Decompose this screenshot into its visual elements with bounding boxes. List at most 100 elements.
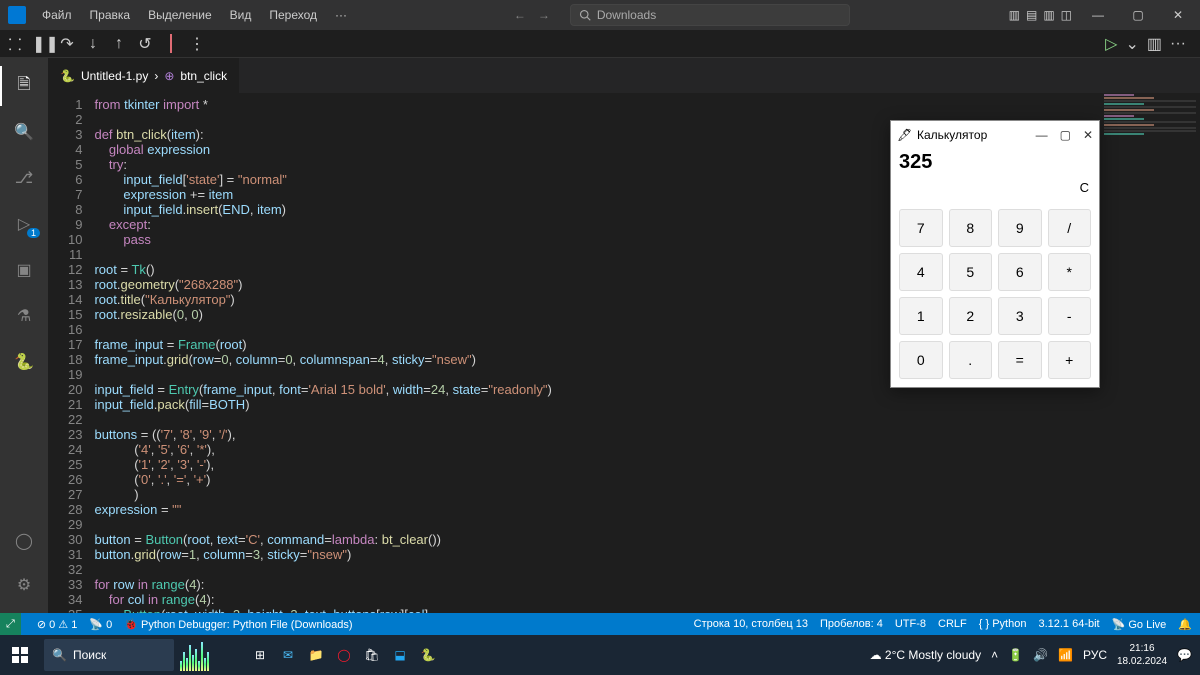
taskbar-opera-icon[interactable]: ◯ [330,641,358,669]
accounts-icon[interactable]: ◯ [0,521,48,561]
calc-btn-sub[interactable]: - [1048,297,1092,335]
command-center[interactable]: Downloads [570,4,850,26]
status-golive[interactable]: 📡 Go Live [1112,618,1167,631]
status-ports[interactable]: 📡 0 [89,618,112,631]
start-button[interactable] [0,635,40,675]
calc-btn-6[interactable]: 6 [998,253,1042,291]
taskbar-mail-icon[interactable]: ✉ [274,641,302,669]
status-indent[interactable]: Пробелов: 4 [820,618,883,630]
python-file-icon: 🐍 [60,69,75,83]
calc-btn-4[interactable]: 4 [899,253,943,291]
customize-layout-icon[interactable]: ◫ [1061,8,1072,22]
taskbar-vscode-icon[interactable]: ⬓ [386,641,414,669]
nav-forward-icon[interactable]: → [538,8,550,22]
restart-icon[interactable]: ↺ [136,34,154,54]
debug-badge: 1 [27,228,40,238]
calc-btn-2[interactable]: 2 [949,297,993,335]
calc-btn-div[interactable]: / [1048,209,1092,247]
calc-minimize-icon[interactable]: — [1036,128,1048,142]
menu-file[interactable]: Файл [34,4,80,26]
task-view-icon[interactable]: ⊞ [246,641,274,669]
menu-view[interactable]: Вид [222,4,260,26]
debug-toolbar: ⸬ ❚❚ ↷ ↓ ↑ ↺ ⋮ ▷ ⌄ ▥ ··· [0,30,1200,58]
tray-wifi-icon[interactable]: 📶 [1058,648,1073,662]
window-close-icon[interactable]: ✕ [1160,2,1196,28]
menu-selection[interactable]: Выделение [140,4,220,26]
taskbar-store-icon[interactable]: 🛍 [358,641,386,669]
search-activity-icon[interactable]: 🔍 [0,112,48,152]
calc-btn-5[interactable]: 5 [949,253,993,291]
toggle-panel-left-icon[interactable]: ▥ [1009,8,1020,22]
calc-btn-mul[interactable]: * [1048,253,1092,291]
stop-icon[interactable] [162,35,180,53]
step-over-icon[interactable]: ↷ [58,34,76,54]
calc-btn-7[interactable]: 7 [899,209,943,247]
calc-maximize-icon[interactable]: ▢ [1060,128,1071,142]
split-editor-icon[interactable]: ▥ [1147,34,1162,54]
breadcrumb-symbol: btn_click [180,69,227,83]
step-into-icon[interactable]: ↓ [84,35,102,53]
taskbar-python-icon[interactable]: 🐍 [414,641,442,669]
calc-btn-dot[interactable]: . [949,341,993,379]
status-bar: ⤢ ⊘ 0 ⚠ 1 📡 0 🐞 Python Debugger: Python … [0,613,1200,635]
calc-btn-9[interactable]: 9 [998,209,1042,247]
window-maximize-icon[interactable]: ▢ [1120,2,1156,28]
window-minimize-icon[interactable]: — [1080,2,1116,28]
drag-handle-icon[interactable]: ⸬ [6,33,24,55]
calc-close-icon[interactable]: ✕ [1083,128,1093,142]
explorer-icon[interactable]: 🗎 [0,66,48,106]
tray-clock[interactable]: 21:16 18.02.2024 [1117,642,1167,668]
calc-btn-3[interactable]: 3 [998,297,1042,335]
tab-label: Untitled-1.py [81,69,148,83]
calc-titlebar[interactable]: 🖋 Калькулятор — ▢ ✕ [891,121,1099,149]
status-encoding[interactable]: UTF-8 [895,618,926,630]
tray-notifications-icon[interactable]: 💬 [1177,648,1192,662]
settings-gear-icon[interactable]: ⚙ [0,565,48,605]
calc-btn-1[interactable]: 1 [899,297,943,335]
run-debug-icon[interactable]: ▷1 [0,204,48,244]
nav-back-icon[interactable]: ← [514,8,526,22]
pause-icon[interactable]: ❚❚ [32,34,50,54]
run-icon[interactable]: ▷ [1105,34,1117,54]
tray-language[interactable]: РУС [1083,648,1107,662]
menu-bar: Файл Правка Выделение Вид Переход ··· [34,4,355,26]
taskbar-explorer-icon[interactable]: 📁 [302,641,330,669]
weather-widget[interactable]: ☁ 2°C Mostly cloudy [870,648,982,662]
menu-edit[interactable]: Правка [82,4,139,26]
tray-battery-icon[interactable]: 🔋 [1008,648,1023,662]
editor-more-icon[interactable]: ··· [1170,35,1186,53]
source-control-icon[interactable]: ⎇ [0,158,48,198]
extensions-icon[interactable]: ▣ [0,250,48,290]
toggle-panel-right-icon[interactable]: ▥ [1043,8,1054,22]
tray-volume-icon[interactable]: 🔊 [1033,648,1048,662]
status-notifications-icon[interactable]: 🔔 [1178,618,1192,631]
status-eol[interactable]: CRLF [938,618,967,630]
title-bar: Файл Правка Выделение Вид Переход ··· ← … [0,0,1200,30]
taskbar-search[interactable]: 🔍 Поиск [44,639,174,671]
status-language[interactable]: { } Python [979,618,1027,630]
python-env-icon[interactable]: 🐍 [0,342,48,382]
status-interpreter[interactable]: 3.12.1 64-bit [1038,618,1099,630]
tab-untitled[interactable]: 🐍 Untitled-1.py › ⊕ btn_click [48,58,240,93]
toggle-panel-bottom-icon[interactable]: ▤ [1026,8,1037,22]
remote-indicator[interactable]: ⤢ [0,613,21,635]
status-problems[interactable]: ⊘ 0 ⚠ 1 [37,618,78,631]
menu-go[interactable]: Переход [261,4,325,26]
calc-btn-0[interactable]: 0 [899,341,943,379]
layout-controls: ▥ ▤ ▥ ◫ [1009,8,1072,22]
minimap[interactable] [1100,93,1200,213]
calc-btn-add[interactable]: + [1048,341,1092,379]
step-out-icon[interactable]: ↑ [110,35,128,53]
calc-clear-button[interactable]: C [1080,180,1089,195]
status-cursor[interactable]: Строка 10, столбец 13 [694,618,808,630]
run-dropdown-icon[interactable]: ⌄ [1125,34,1138,54]
testing-icon[interactable]: ⚗ [0,296,48,336]
status-debugger[interactable]: 🐞 Python Debugger: Python File (Download… [124,618,352,631]
calc-btn-8[interactable]: 8 [949,209,993,247]
line-gutter: 1234567891011121314151617181920212223242… [48,93,94,613]
toolbar-more-icon[interactable]: ⋮ [188,34,206,54]
tray-chevron-icon[interactable]: ˄ [991,648,998,662]
calc-btn-eq[interactable]: = [998,341,1042,379]
menu-more[interactable]: ··· [327,4,355,26]
calculator-window[interactable]: 🖋 Калькулятор — ▢ ✕ 325 C 7 8 9 / 4 5 6 … [890,120,1100,388]
